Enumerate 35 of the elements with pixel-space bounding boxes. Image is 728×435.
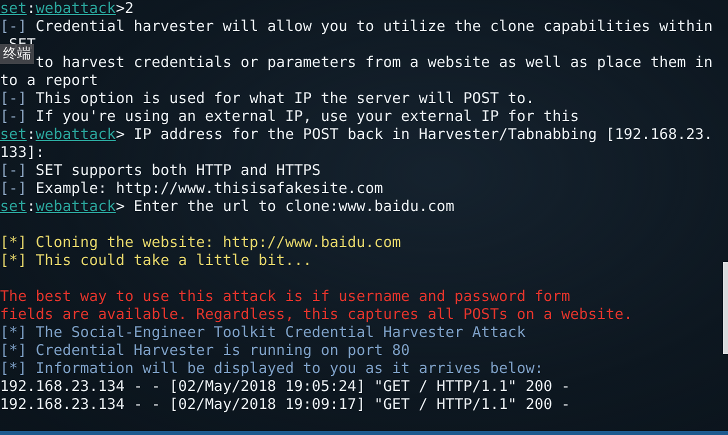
prompt-host: set <box>0 126 27 143</box>
prompt-host: set <box>0 0 27 17</box>
scrollbar-thumb[interactable] <box>723 262 728 354</box>
prompt-colon: : <box>26 198 36 215</box>
output-text: [*] Cloning the website: http://www.baidu.com <box>0 234 401 251</box>
prompt-colon: : <box>26 126 36 143</box>
prompt-colon: : <box>26 0 36 17</box>
line-marker: [-] <box>0 108 27 125</box>
line-marker: [-] <box>0 18 27 35</box>
prompt-text: > Enter the url to clone:www.baidu.com <box>116 198 454 215</box>
prompt-text: > IP address for the POST back in Harvester/Tabnabbing [192.168.23. <box>116 126 713 143</box>
prompt-host: set <box>0 198 27 215</box>
output-text: 133]: <box>0 144 45 161</box>
output-text: Credential harvester will allow you to utilize the clone capabilities within <box>36 18 713 35</box>
line-marker: [-] <box>0 162 27 179</box>
output-text: fields are available. Regardless, this captures all POSTs on a website. <box>0 306 633 323</box>
output-text: Example: http://www.thisisafakesite.com <box>36 180 384 197</box>
output-text: This option is used for what IP the server will POST to. <box>36 90 535 107</box>
output-text: 192.168.23.134 - - [02/May/2018 19:09:17] "GET / HTTP/1.1" 200 - <box>0 396 570 413</box>
output-text: The best way to use this attack is if username and password form <box>0 288 570 305</box>
output-text: to harvest credentials or parameters from a website as well as place them in <box>34 54 713 71</box>
prompt-module: webattack <box>36 0 116 17</box>
output-text: [*] The Social-Engineer Toolkit Credential Harvester Attack <box>0 324 526 341</box>
line-marker: [-] <box>0 180 27 197</box>
line-marker: [-] <box>0 90 27 107</box>
output-text: 192.168.23.134 - - [02/May/2018 19:05:24] "GET / HTTP/1.1" 200 - <box>0 378 570 395</box>
prompt-text: >2 <box>116 0 134 17</box>
prompt-module: webattack <box>36 198 116 215</box>
output-text: [*] This could take a little bit... <box>0 252 312 269</box>
output-text: [*] Credential Harvester is running on port 80 <box>0 342 410 359</box>
output-text: If you're using an external IP, use your external IP for this <box>36 108 580 125</box>
output-text: [*] Information will be displayed to you as it arrives below: <box>0 360 544 377</box>
prompt-module: webattack <box>36 126 116 143</box>
output-text: SET supports both HTTP and HTTPS <box>36 162 321 179</box>
output-text: to a report <box>0 72 98 89</box>
